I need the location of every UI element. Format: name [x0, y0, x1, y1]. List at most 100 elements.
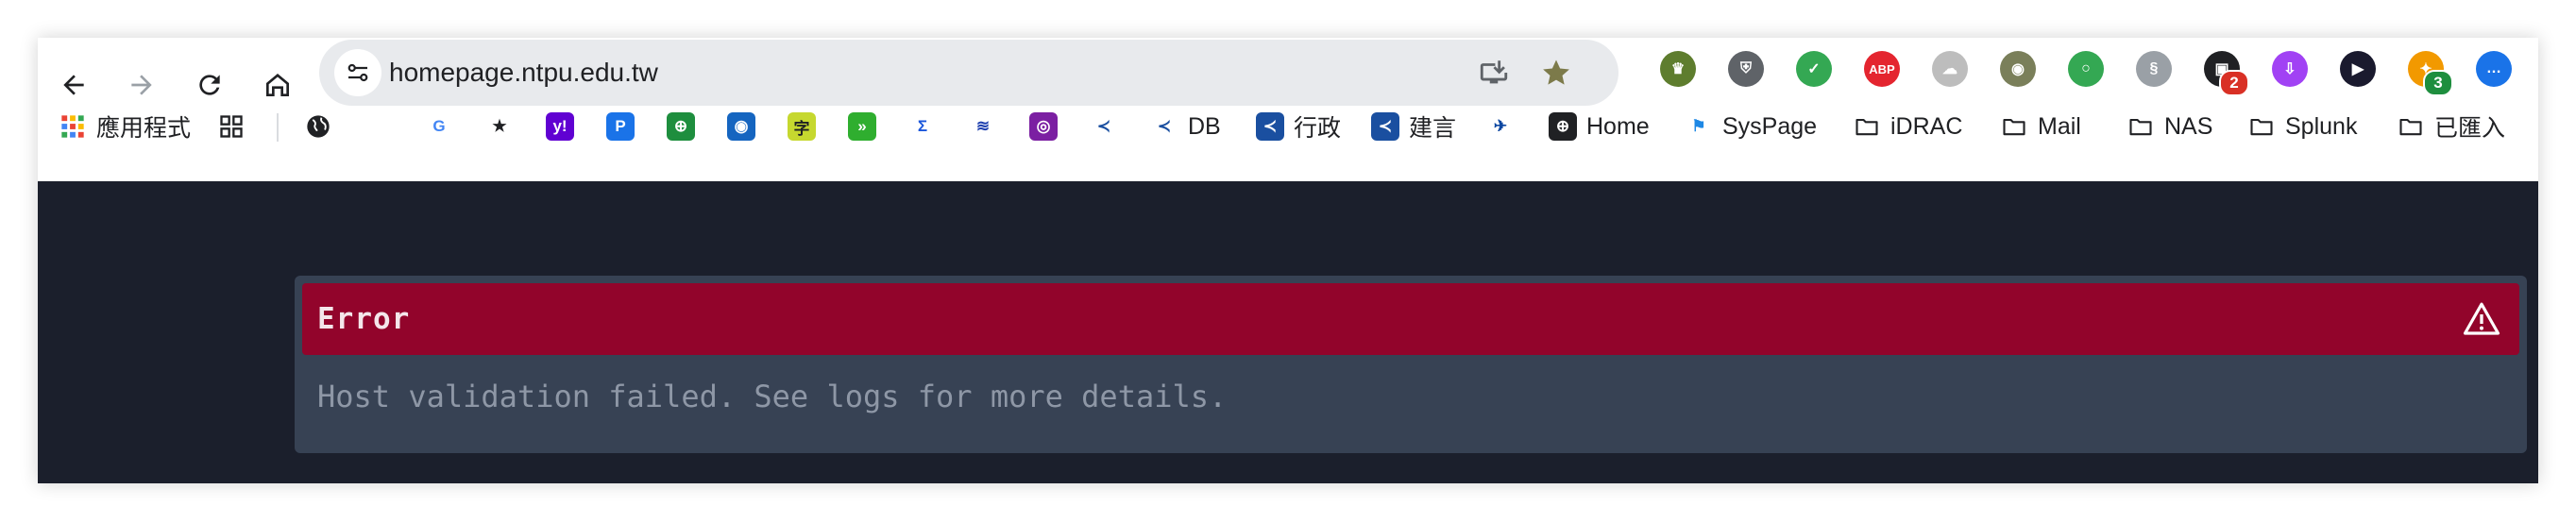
crown-shield-icon[interactable]: ♛	[1660, 51, 1696, 87]
bitwarden-icon[interactable]: ⛨	[1728, 51, 1764, 87]
bookmark-item[interactable]: ≺ 行政	[1256, 108, 1341, 145]
bookmark-item[interactable]: ◉	[727, 108, 755, 145]
install-desktop-icon	[1480, 60, 1508, 84]
page-content: Error Host validation failed. See logs f…	[38, 181, 2538, 483]
adblock-plus-icon[interactable]: ABP	[1864, 51, 1900, 87]
bookmark-item[interactable]: ≋	[969, 108, 997, 145]
error-message: Host validation failed. See logs for mor…	[317, 379, 1228, 414]
extension-badge: 2	[2219, 70, 2249, 96]
bookmark-label: 應用程式	[96, 115, 192, 142]
forward-button[interactable]	[115, 59, 168, 111]
bookmark-label: Home	[1586, 112, 1650, 140]
emblem-icon: ◎	[1029, 112, 1058, 141]
bookmark-item[interactable]: ⊕ Home	[1549, 108, 1650, 145]
error-panel: Error Host validation failed. See logs f…	[295, 276, 2527, 453]
bookmark-item[interactable]: 字	[788, 108, 816, 145]
ntpu-card-icon: ≺	[1256, 112, 1284, 141]
ring-icon[interactable]: ○	[2068, 51, 2104, 87]
forward-icon: »	[848, 112, 876, 141]
bookmark-page-button[interactable]	[1535, 52, 1577, 93]
arrow-left-icon	[63, 75, 84, 95]
tab-groups-button[interactable]	[217, 108, 246, 145]
star-icon: ★	[485, 112, 514, 141]
bookmark-label: 行政	[1294, 115, 1342, 142]
tune-icon	[347, 63, 368, 82]
bookmark-item[interactable]: Splunk	[2247, 108, 2357, 145]
cloud-icon[interactable]: ☁	[1932, 51, 1968, 87]
bookmark-label: 已匯入	[2434, 115, 2506, 142]
bookmark-item[interactable]: NAS	[2127, 108, 2212, 145]
bookmark-label: DB	[1188, 112, 1221, 140]
bookmark-item[interactable]: P	[606, 108, 635, 145]
bookmark-item[interactable]: ≺	[1090, 108, 1118, 145]
bookmark-item[interactable]: ≺ DB	[1150, 108, 1221, 145]
bookmark-item[interactable]: ◎	[1029, 108, 1058, 145]
bookmark-label: Mail	[2038, 112, 2081, 140]
bookmark-item[interactable]: Mail	[2000, 108, 2081, 145]
bookmark-item[interactable]: ✈	[1486, 108, 1515, 145]
browser-window: homepage.ntpu.edu.tw ♛ ⛨ ✓ ABP ☁ ◉ ○ § ▣ 2 ⇩ ▶ ✦ 3 …	[38, 38, 2538, 483]
sigma-icon: Σ	[908, 112, 937, 141]
yahoo-icon: y!	[546, 112, 574, 141]
stripe-icon: ≋	[969, 112, 997, 141]
bookmark-label: Splunk	[2285, 112, 2358, 140]
restaurant-icon: ⊕	[667, 112, 695, 141]
bookmark-item[interactable]: y!	[546, 108, 574, 145]
paypal-icon: P	[606, 112, 635, 141]
google-icon: G	[425, 112, 453, 141]
site-info-button[interactable]	[334, 49, 381, 96]
ntpu-logo-icon: ≺	[1090, 112, 1118, 141]
error-title: Error	[317, 302, 411, 336]
swallow-icon: ✈	[1486, 112, 1515, 141]
globe-icon: ⊕	[1549, 112, 1577, 141]
bookmarks-divider	[277, 113, 279, 142]
bookmark-item[interactable]: ★	[485, 108, 514, 145]
install-app-button[interactable]	[1473, 52, 1515, 93]
home-icon	[266, 74, 289, 96]
reload-icon	[199, 75, 220, 95]
eye-cat-icon[interactable]: ◉	[2000, 51, 2036, 87]
download-box-icon[interactable]: ⇩	[2272, 51, 2308, 87]
bookmark-label: SysPage	[1722, 112, 1818, 140]
folder-icon	[2247, 112, 2276, 141]
bookmark-globe[interactable]	[304, 108, 332, 145]
url-text[interactable]: homepage.ntpu.edu.tw	[389, 40, 658, 106]
bookmark-item[interactable]: ⊕	[667, 108, 695, 145]
browser-toolbar: homepage.ntpu.edu.tw ♛ ⛨ ✓ ABP ☁ ◉ ○ § ▣ 2 ⇩ ▶ ✦ 3 …	[38, 38, 2538, 145]
folder-icon	[1853, 112, 1881, 141]
apps-grid-icon	[59, 112, 87, 141]
puzzle-person-icon[interactable]: ✦ 3	[2408, 51, 2453, 96]
bookmark-item[interactable]: iDRAC	[1853, 108, 1962, 145]
bookmark-item[interactable]: Σ	[908, 108, 937, 145]
target-icon: ◉	[727, 112, 755, 141]
folder-icon	[2000, 112, 2028, 141]
warning-icon	[2463, 302, 2500, 335]
bookmark-item[interactable]: »	[848, 108, 876, 145]
ntpu-logo-icon: ≺	[1150, 112, 1178, 141]
bookmarks-bar: 應用程式 G ★ y! P ⊕ ◉ 字» Σ ≋ ◎ ≺ ≺ DB ≺ 行政 ≺ 建言 ✈ ⊕ Ho	[38, 108, 2538, 145]
grid-icon	[217, 112, 246, 141]
chat-bubble-icon[interactable]: …	[2476, 51, 2512, 87]
folder-icon	[2127, 112, 2155, 141]
bookmark-label: 建言	[1409, 115, 1457, 142]
play-circle-icon[interactable]: ▶	[2340, 51, 2376, 87]
bookmark-item[interactable]: ⚑ SysPage	[1685, 108, 1817, 145]
folder-icon	[2397, 112, 2425, 141]
bookmark-apps[interactable]: 應用程式	[59, 108, 191, 145]
back-button[interactable]	[47, 59, 100, 111]
arrow-right-icon	[131, 75, 152, 95]
bookmark-item[interactable]: 已匯入	[2397, 108, 2505, 145]
globe-icon	[304, 112, 332, 141]
notifier-icon[interactable]: ▣ 2	[2204, 51, 2249, 96]
shield-check-icon[interactable]: ✓	[1796, 51, 1832, 87]
bookmark-label: iDRAC	[1890, 112, 1963, 140]
reload-button[interactable]	[183, 59, 236, 111]
dictionary-icon: 字	[788, 112, 816, 141]
swirl-icon[interactable]: §	[2136, 51, 2172, 87]
bookmark-item[interactable]: G	[425, 108, 453, 145]
address-bar[interactable]: homepage.ntpu.edu.tw	[319, 40, 1618, 106]
star-icon	[1543, 59, 1569, 85]
bookmark-item[interactable]: ≺ 建言	[1371, 108, 1456, 145]
bookmark-label: NAS	[2164, 112, 2213, 140]
home-button[interactable]	[251, 59, 304, 111]
